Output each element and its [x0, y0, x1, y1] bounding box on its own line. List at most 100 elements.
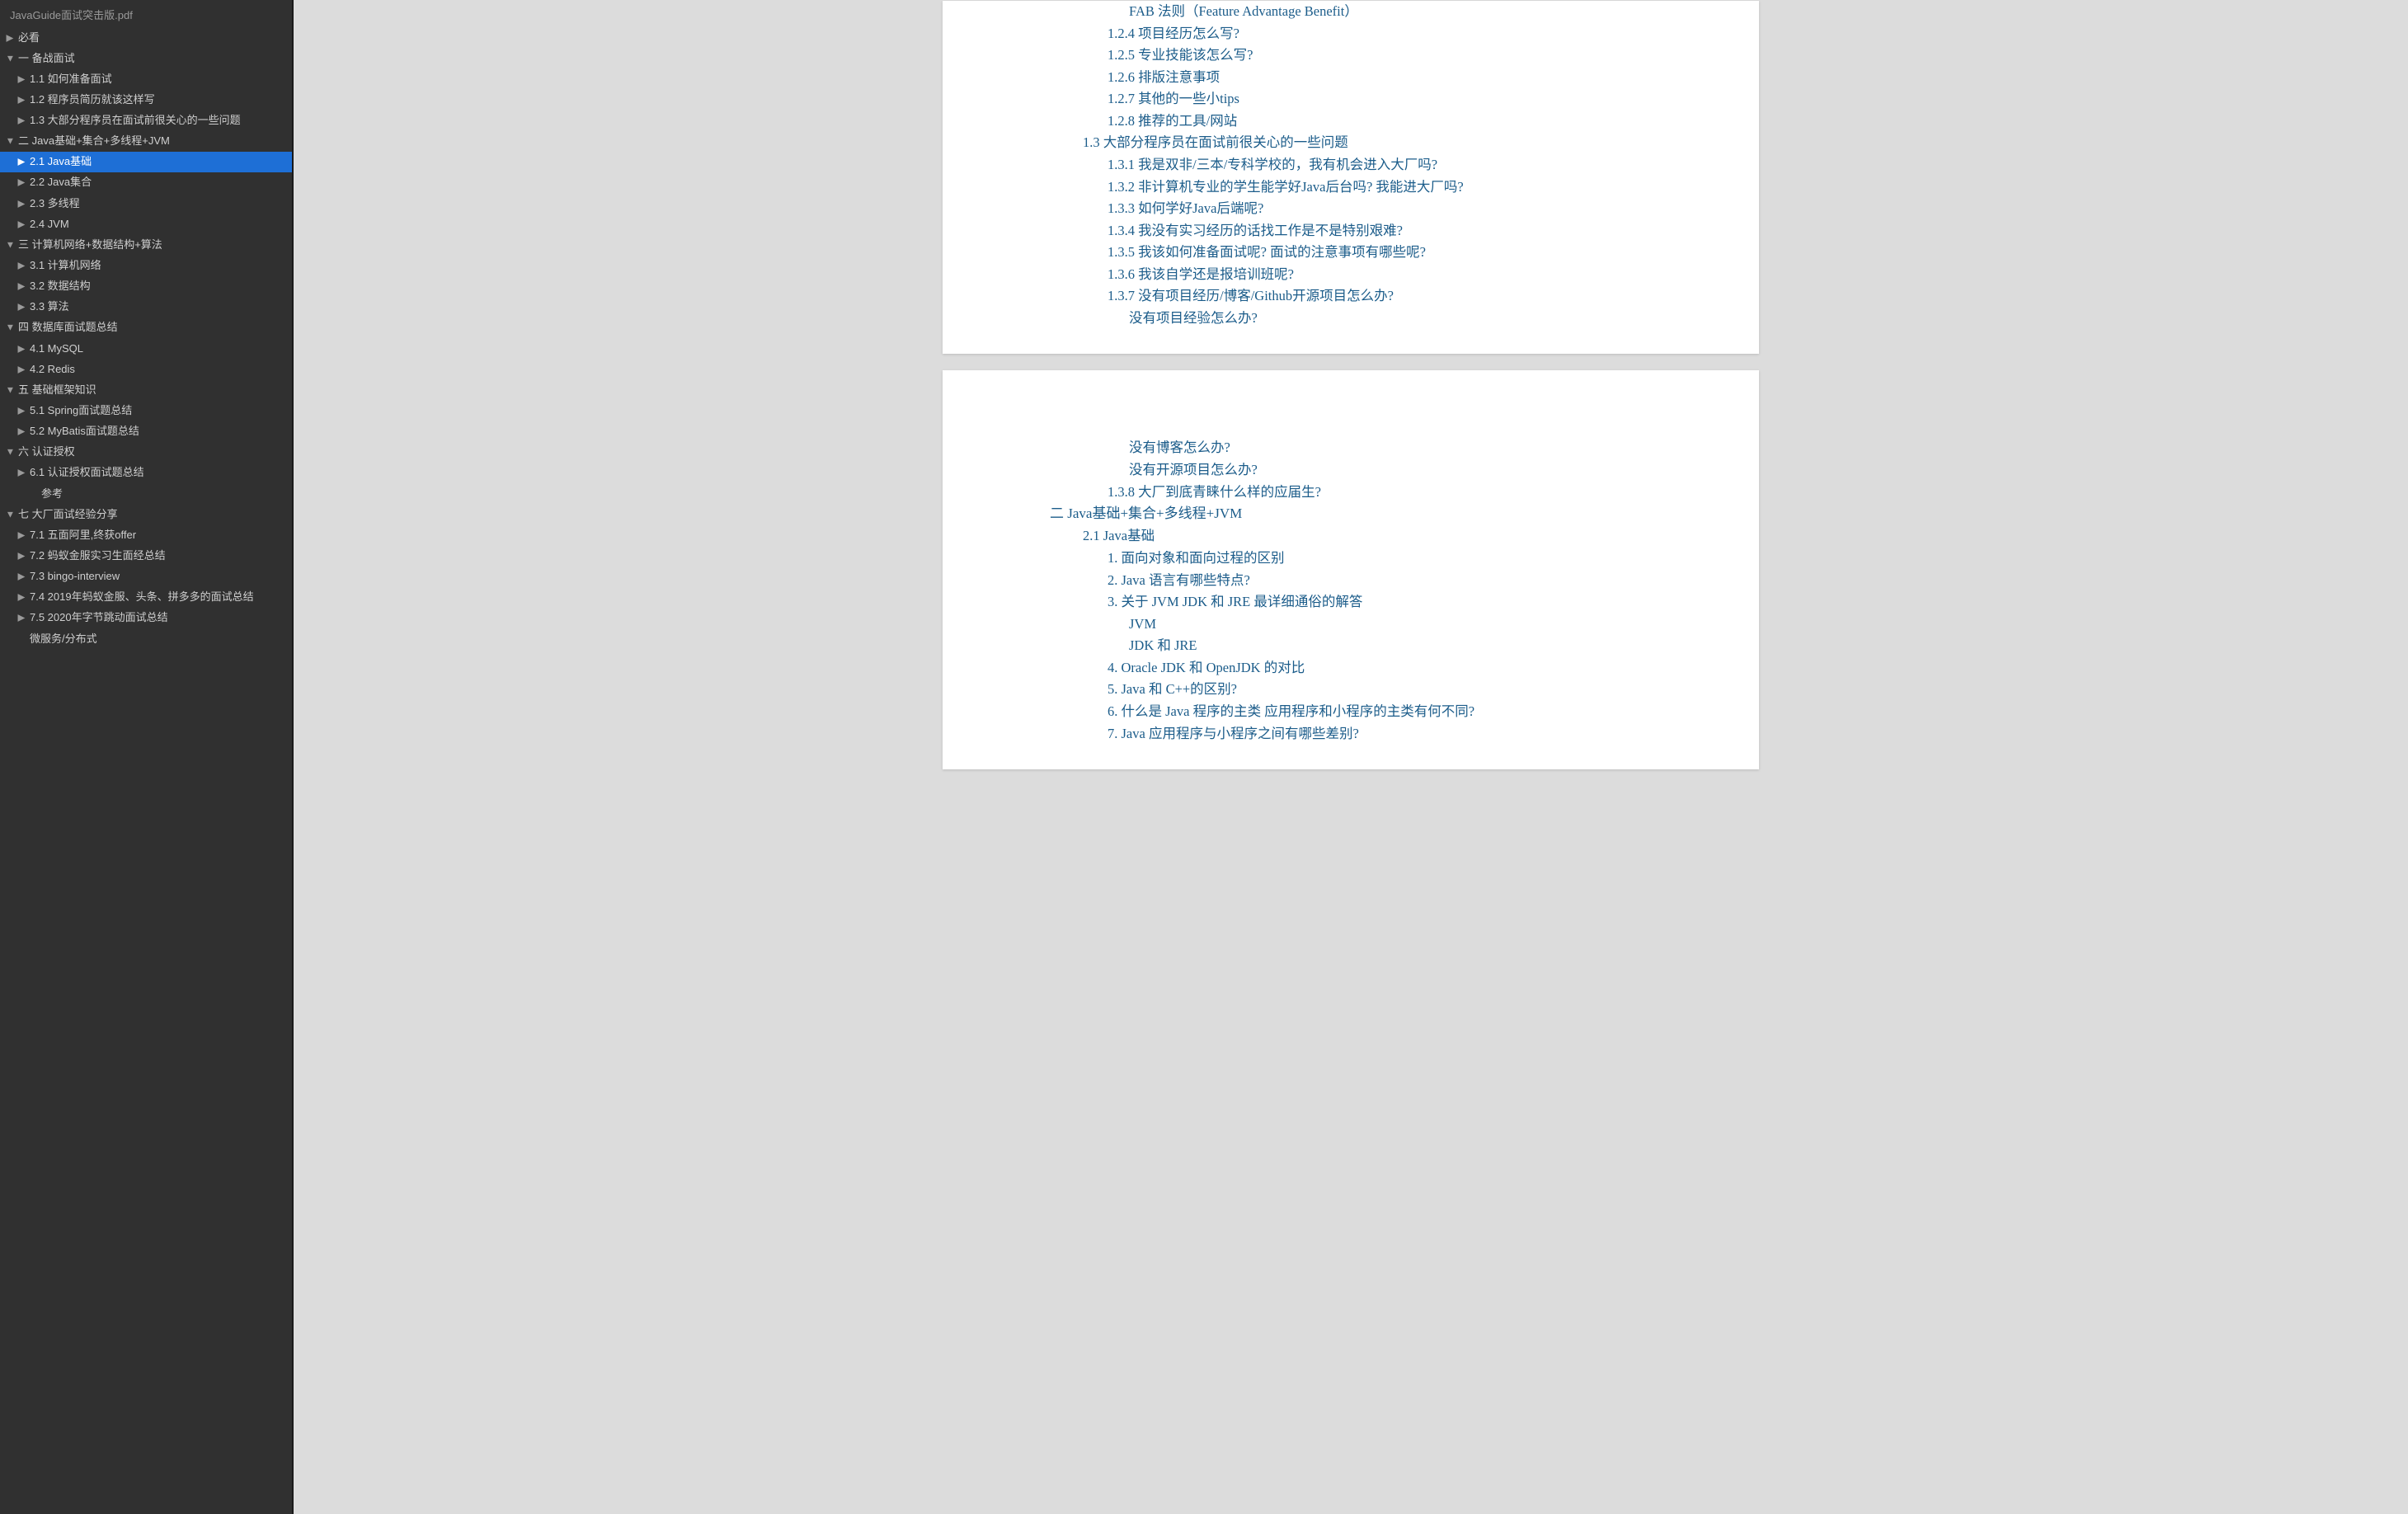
outline-item[interactable]: ▶ 2.3 多线程 [0, 193, 292, 214]
outline-item[interactable]: ▶ 1.3 大部分程序员在面试前很关心的一些问题 [0, 110, 292, 131]
toc-entry[interactable]: 2.1 Java基础 [1083, 525, 1710, 547]
outline-item[interactable]: ▼七 大厂面试经验分享 [0, 504, 292, 524]
outline-item-label: 3.2 数据结构 [30, 278, 91, 294]
toc-entry[interactable]: 1.3.1 我是双非/三本/专科学校的，我有机会进入大厂吗? [1108, 154, 1710, 176]
chevron-right-icon: ▶ [17, 610, 26, 625]
outline-item-label: 1.2 程序员简历就该这样写 [30, 92, 155, 108]
outline-item[interactable]: ▼一 备战面试 [0, 48, 292, 68]
toc-entry[interactable]: 1.2.8 推荐的工具/网站 [1108, 110, 1710, 132]
toc-entry[interactable]: 1.3.6 我该自学还是报培训班呢? [1108, 264, 1710, 285]
outline-item-label: 1.3 大部分程序员在面试前很关心的一些问题 [30, 112, 241, 129]
toc-entry[interactable]: 1.3 大部分程序员在面试前很关心的一些问题 [1083, 132, 1710, 153]
chevron-right-icon: ▶ [6, 31, 15, 45]
toc-entry[interactable]: 1.2.7 其他的一些小tips [1108, 88, 1710, 110]
outline-item[interactable]: ▶3.2 数据结构 [0, 276, 292, 297]
outline-item[interactable]: ▶7.1 五面阿里,终获offer [0, 524, 292, 545]
document-viewport[interactable]: FAB 法则（Feature Advantage Benefit）1.2.4 项… [294, 0, 2408, 1514]
outline-item[interactable]: ▶3.1 计算机网络 [0, 256, 292, 276]
outline-sidebar[interactable]: JavaGuide面试突击版.pdf ▶必看▼一 备战面试▶1.1 如何准备面试… [0, 0, 293, 1514]
toc-entry[interactable]: 没有博客怎么办? [1129, 437, 1710, 458]
outline-item-label: 2.3 多线程 [30, 195, 80, 212]
chevron-right-icon: ▶ [17, 362, 26, 377]
outline-item[interactable]: ▼三 计算机网络+数据结构+算法 [0, 234, 292, 255]
outline-item[interactable]: ▶3.3 算法 [0, 297, 292, 317]
toc-entry[interactable]: JVM [1129, 614, 1710, 635]
toc-entry[interactable]: 没有开源项目怎么办? [1129, 459, 1710, 481]
chevron-right-icon: ▶ [17, 528, 26, 543]
chevron-right-icon: ▶ [17, 217, 26, 232]
outline-item[interactable]: ▶ 7.5 2020年字节跳动面试总结 [0, 608, 292, 628]
chevron-right-icon: ▶ [17, 92, 26, 107]
toc-entry[interactable]: 3. 关于 JVM JDK 和 JRE 最详细通俗的解答 [1108, 591, 1710, 613]
toc-entry[interactable]: 7. Java 应用程序与小程序之间有哪些差别? [1108, 723, 1710, 745]
outline-item-label: 2.4 JVM [30, 216, 69, 233]
chevron-right-icon: ▶ [17, 465, 26, 480]
outline-item[interactable]: ▼六 认证授权 [0, 442, 292, 463]
outline-item[interactable]: ▶必看 [0, 27, 292, 48]
toc-entry[interactable]: 5. Java 和 C++的区别? [1108, 679, 1710, 700]
outline-item[interactable]: ▶ 7.3 bingo-interview [0, 567, 292, 587]
toc-entry[interactable]: 1. 面向对象和面向过程的区别 [1108, 548, 1710, 569]
toc-entry[interactable]: JDK 和 JRE [1129, 635, 1710, 656]
outline-item-label: 5.2 MyBatis面试题总结 [30, 423, 139, 440]
chevron-right-icon: ▶ [17, 403, 26, 418]
chevron-right-icon: ▶ [17, 196, 26, 211]
outline-item-label: 6.1 认证授权面试题总结 [30, 464, 144, 481]
toc-entry[interactable]: 1.3.5 我该如何准备面试呢? 面试的注意事项有哪些呢? [1108, 242, 1710, 263]
outline-item-label: 7.4 2019年蚂蚁金服、头条、拼多多的面试总结 [30, 589, 254, 605]
outline-item-label: 5.1 Spring面试题总结 [30, 402, 132, 419]
toc-entry[interactable]: FAB 法则（Feature Advantage Benefit） [1129, 1, 1710, 22]
outline-item[interactable]: 参考 [0, 483, 292, 504]
outline-item[interactable]: ▶ 2.4 JVM [0, 214, 292, 234]
toc-entry[interactable]: 2. Java 语言有哪些特点? [1108, 570, 1710, 591]
toc-entry[interactable]: 没有项目经验怎么办? [1129, 308, 1710, 329]
toc-entry[interactable]: 1.3.4 我没有实习经历的话找工作是不是特别艰难? [1108, 220, 1710, 242]
outline-item-label: 必看 [18, 30, 40, 46]
chevron-down-icon: ▼ [6, 507, 15, 522]
outline-item-label: 4.2 Redis [30, 361, 75, 378]
chevron-right-icon: ▶ [17, 175, 26, 190]
chevron-right-icon: ▶ [17, 569, 26, 584]
outline-item-label: 1.1 如何准备面试 [30, 71, 112, 87]
chevron-right-icon: ▶ [17, 548, 26, 563]
toc-entry[interactable]: 4. Oracle JDK 和 OpenJDK 的对比 [1108, 657, 1710, 679]
pdf-page: FAB 法则（Feature Advantage Benefit）1.2.4 项… [943, 1, 1759, 354]
chevron-right-icon: ▶ [17, 341, 26, 356]
toc-entry[interactable]: 1.3.3 如何学好Java后端呢? [1108, 198, 1710, 219]
outline-item[interactable]: ▶ 5.2 MyBatis面试题总结 [0, 421, 292, 442]
outline-item-label: 二 Java基础+集合+多线程+JVM [18, 133, 170, 149]
outline-item[interactable]: 微服务/分布式 [0, 628, 292, 649]
toc-entry[interactable]: 1.3.8 大厂到底青睐什么样的应届生? [1108, 482, 1710, 503]
outline-item[interactable]: ▼四 数据库面试题总结 [0, 317, 292, 338]
toc-entry[interactable]: 1.2.4 项目经历怎么写? [1108, 23, 1710, 45]
outline-item-label: 7.5 2020年字节跳动面试总结 [30, 609, 168, 626]
outline-item-label: 微服务/分布式 [30, 631, 97, 647]
outline-item[interactable]: ▶ 1.2 程序员简历就该这样写 [0, 89, 292, 110]
chevron-down-icon: ▼ [6, 51, 15, 66]
chevron-right-icon: ▶ [17, 113, 26, 128]
toc-entry[interactable]: 6. 什么是 Java 程序的主类 应用程序和小程序的主类有何不同? [1108, 701, 1710, 722]
outline-item[interactable]: ▶ 7.2 蚂蚁金服实习生面经总结 [0, 546, 292, 567]
toc-entry[interactable]: 1.3.2 非计算机专业的学生能学好Java后台吗? 我能进大厂吗? [1108, 176, 1710, 198]
toc-entry[interactable]: 二 Java基础+集合+多线程+JVM [1050, 503, 1710, 524]
outline-item-label: 一 备战面试 [18, 50, 75, 67]
outline-item[interactable]: ▶ 5.1 Spring面试题总结 [0, 401, 292, 421]
outline-item-label: 7.2 蚂蚁金服实习生面经总结 [30, 548, 166, 564]
outline-item[interactable]: ▶4.1 MySQL [0, 338, 292, 359]
outline-item[interactable]: ▼二 Java基础+集合+多线程+JVM [0, 131, 292, 152]
outline-item-label: 五 基础框架知识 [18, 382, 96, 398]
chevron-down-icon: ▼ [6, 237, 15, 252]
outline-item[interactable]: ▶2.1 Java基础 [0, 152, 292, 172]
toc-entry[interactable]: 1.2.6 排版注意事项 [1108, 67, 1710, 88]
outline-item[interactable]: ▼五 基础框架知识 [0, 379, 292, 400]
outline-item[interactable]: ▶ 6.1 认证授权面试题总结 [0, 463, 292, 483]
outline-item[interactable]: ▶2.2 Java集合 [0, 172, 292, 193]
outline-item[interactable]: ▶1.1 如何准备面试 [0, 68, 292, 89]
chevron-right-icon: ▶ [17, 424, 26, 439]
outline-item-label: 7.3 bingo-interview [30, 568, 120, 585]
outline-item-label: 3.3 算法 [30, 299, 69, 315]
toc-entry[interactable]: 1.3.7 没有项目经历/博客/Github开源项目怎么办? [1108, 285, 1710, 307]
outline-item[interactable]: ▶7.4 2019年蚂蚁金服、头条、拼多多的面试总结 [0, 587, 292, 608]
outline-item[interactable]: ▶ 4.2 Redis [0, 359, 292, 379]
toc-entry[interactable]: 1.2.5 专业技能该怎么写? [1108, 45, 1710, 66]
